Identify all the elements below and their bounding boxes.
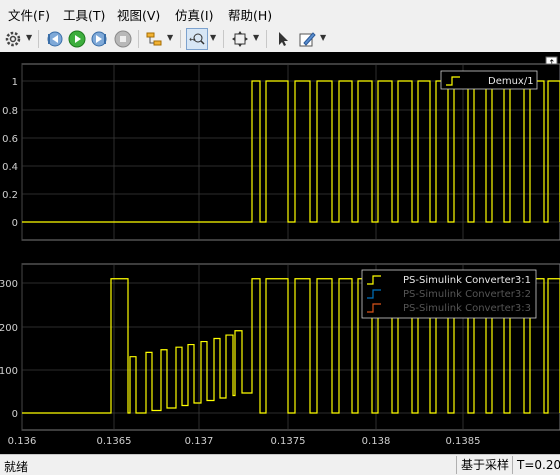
step-back-icon	[47, 31, 63, 47]
run-icon	[68, 30, 86, 48]
plot2-legend-label-3: PS-Simulink Converter3:3	[403, 303, 531, 314]
step-forward-button[interactable]	[89, 28, 111, 50]
plot2-legend-label-2: PS-Simulink Converter3:2	[403, 289, 531, 300]
plot2-legend: PS-Simulink Converter3:1 PS-Simulink Con…	[361, 269, 537, 319]
settings-icon	[5, 31, 21, 47]
settings-dropdown-icon[interactable]: ▼	[26, 33, 32, 42]
status-sample-mode: 基于采样	[456, 456, 512, 474]
signal-select-dropdown-icon[interactable]: ▼	[167, 33, 173, 42]
stop-icon	[114, 30, 132, 48]
plot1-ytick: 0.6	[2, 134, 18, 145]
menu-simulation[interactable]: 仿真(I)	[175, 5, 213, 24]
menu-help[interactable]: 帮助(H)	[228, 5, 272, 24]
style-dropdown-icon[interactable]: ▼	[320, 33, 326, 42]
scope-plots: ↑ 1 0.8 0.6 0.4 0.2 0 Demux/1 300 200 10…	[0, 56, 560, 447]
menu-view[interactable]: 视图(V)	[117, 5, 160, 24]
signal-select-button[interactable]	[143, 28, 165, 50]
stop-button[interactable]	[112, 28, 134, 50]
svg-text:↔: ↔	[189, 35, 196, 44]
fit-view-button[interactable]	[229, 28, 251, 50]
status-time: T=0.200	[512, 456, 560, 474]
xtick: 0.136	[8, 436, 37, 447]
zoom-x-icon: ↔	[189, 33, 205, 45]
xtick: 0.137	[185, 436, 214, 447]
xtick: 0.1365	[97, 436, 132, 447]
menu-tools[interactable]: 工具(T)	[63, 5, 105, 24]
plot1-y-ticks: 1 0.8 0.6 0.4 0.2 0	[2, 77, 18, 229]
cursor-icon	[279, 32, 288, 46]
signal-select-icon	[146, 32, 162, 46]
plot1-ytick: 1	[12, 77, 18, 88]
x-ticks: 0.136 0.1365 0.137 0.1375 0.138 0.1385	[8, 436, 481, 447]
plot2-ytick: 300	[0, 279, 18, 290]
plot1-legend: Demux/1	[440, 70, 538, 90]
scope-display: ↑ 1 0.8 0.6 0.4 0.2 0 Demux/1 300 200 10…	[0, 52, 560, 454]
style-icon	[299, 32, 316, 47]
fit-view-icon	[232, 31, 248, 47]
plot1-ytick: 0	[12, 218, 18, 229]
xtick: 0.1385	[446, 436, 481, 447]
status-ready: 就绪	[4, 460, 29, 474]
zoom-dropdown-icon[interactable]: ▼	[210, 33, 216, 42]
plot1-legend-label: Demux/1	[488, 76, 534, 87]
step-forward-icon	[91, 31, 107, 47]
toolbar: ▼ ▼ ↔ ▼ ▼ ▼	[0, 26, 560, 52]
fit-view-dropdown-icon[interactable]: ▼	[253, 33, 259, 42]
zoom-x-button[interactable]: ↔	[186, 28, 208, 50]
plot2-ytick: 0	[12, 409, 18, 420]
status-bar: 就绪 基于采样 T=0.200	[0, 454, 560, 475]
style-button[interactable]	[296, 28, 318, 50]
xtick: 0.1375	[271, 436, 306, 447]
step-back-button[interactable]	[43, 28, 65, 50]
plot2-ytick: 200	[0, 323, 18, 334]
cursor-button[interactable]	[272, 28, 294, 50]
xtick: 0.138	[362, 436, 391, 447]
plot2-y-ticks: 300 200 100 0	[0, 279, 18, 420]
plot2-legend-label-1: PS-Simulink Converter3:1	[403, 275, 531, 286]
run-button[interactable]	[66, 28, 88, 50]
plot1-ytick: 0.2	[2, 190, 18, 201]
plot1-ytick: 0.4	[2, 162, 18, 173]
menu-bar: 文件(F) 工具(T) 视图(V) 仿真(I) 帮助(H)	[0, 0, 560, 26]
plot1-axes[interactable]	[21, 63, 560, 241]
plot1-ytick: 0.8	[2, 106, 18, 117]
menu-file[interactable]: 文件(F)	[8, 5, 50, 24]
plot2-ytick: 100	[0, 366, 18, 377]
settings-button[interactable]	[2, 28, 24, 50]
